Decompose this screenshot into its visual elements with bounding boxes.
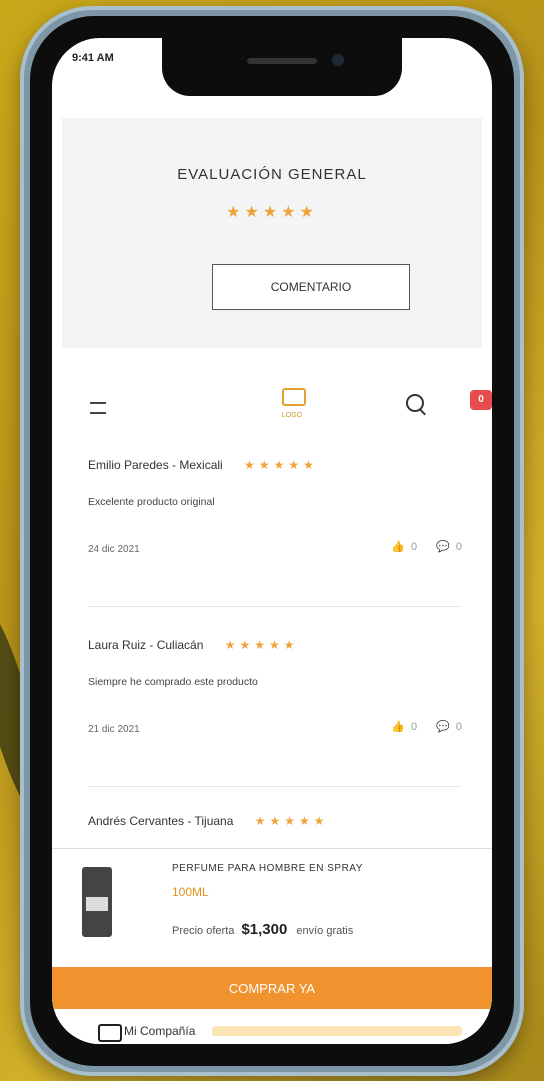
price-note: envío gratis: [296, 925, 354, 937]
footer-text: Mi Compañía: [124, 1024, 196, 1038]
comment-button[interactable]: COMENTARIO: [212, 264, 410, 310]
review-author-name: Laura Ruiz - Culiacán: [88, 638, 204, 652]
cart-icon[interactable]: 0: [470, 390, 492, 410]
phone-notch: [162, 38, 402, 96]
phone-bezel: 9:41 AM EVALUACIÓN GENERAL ★★★★★ COMENTA…: [30, 16, 514, 1066]
review-author: Laura Ruiz - Culiacán ★★★★★: [88, 638, 299, 652]
review-actions: 👍 0 💬 0: [385, 720, 462, 733]
review-item: Emilio Paredes - Mexicali ★★★★★ Excelent…: [88, 458, 462, 618]
product-variant: 100ML: [172, 885, 209, 899]
camera: [332, 54, 344, 66]
price-row: Precio oferta $1,300 envío gratis: [172, 921, 353, 938]
phone-screen: 9:41 AM EVALUACIÓN GENERAL ★★★★★ COMENTA…: [52, 38, 492, 1044]
menu-icon[interactable]: [90, 402, 106, 414]
review-text: Excelente producto original: [88, 496, 215, 508]
dislike-count: 0: [455, 721, 462, 733]
logo[interactable]: LOGO: [272, 388, 312, 428]
truck-icon: [98, 1024, 122, 1042]
comment-icon[interactable]: 💬: [436, 541, 450, 553]
review-author: Emilio Paredes - Mexicali ★★★★★: [88, 458, 318, 472]
product-title: PERFUME PARA HOMBRE EN SPRAY: [172, 863, 363, 874]
review-author: Andrés Cervantes - Tijuana ★★★★★: [88, 814, 329, 828]
review-author-name: Andrés Cervantes - Tijuana: [88, 814, 234, 828]
phone-frame: 9:41 AM EVALUACIÓN GENERAL ★★★★★ COMENTA…: [20, 6, 524, 1076]
status-time: 9:41 AM: [72, 52, 114, 64]
like-count: 0: [410, 721, 418, 733]
product-thumbnail: [82, 867, 112, 937]
footer-highlight: [212, 1026, 462, 1036]
footer: Mi Compañía: [52, 1014, 492, 1044]
review-actions: 👍 0 💬 0: [385, 540, 462, 553]
logo-mark: [282, 388, 306, 406]
review-stars: ★★★★★: [224, 638, 299, 652]
review-divider: [88, 606, 462, 607]
review-stars: ★★★★★: [254, 814, 329, 828]
review-date: 21 dic 2021: [88, 724, 140, 735]
speaker: [247, 58, 317, 64]
review-divider: [88, 786, 462, 787]
thumb-up-icon[interactable]: 👍: [391, 541, 405, 553]
comment-icon[interactable]: 💬: [436, 721, 450, 733]
app-header: LOGO 0: [52, 368, 492, 438]
review-date: 24 dic 2021: [88, 544, 140, 555]
logo-text: LOGO: [281, 412, 303, 419]
buy-now-button[interactable]: COMPRAR YA: [52, 967, 492, 1009]
dislike-count: 0: [455, 541, 462, 553]
review-item: Laura Ruiz - Culiacán ★★★★★ Siempre he c…: [88, 638, 462, 798]
search-icon[interactable]: [406, 394, 424, 412]
review-author-name: Emilio Paredes - Mexicali: [88, 458, 223, 472]
thumb-up-icon[interactable]: 👍: [391, 721, 405, 733]
overall-rating-title: EVALUACIÓN GENERAL: [177, 166, 367, 183]
like-count: 0: [410, 541, 418, 553]
product-price: $1,300: [241, 921, 288, 938]
price-label: Precio oferta: [172, 925, 235, 937]
overall-rating-section: EVALUACIÓN GENERAL ★★★★★ COMENTARIO: [62, 118, 482, 348]
review-text: Siempre he comprado este producto: [88, 676, 258, 688]
purchase-bar: PERFUME PARA HOMBRE EN SPRAY 100ML Preci…: [52, 848, 492, 1009]
overall-rating-stars: ★★★★★: [226, 204, 318, 221]
review-stars: ★★★★★: [244, 458, 318, 472]
